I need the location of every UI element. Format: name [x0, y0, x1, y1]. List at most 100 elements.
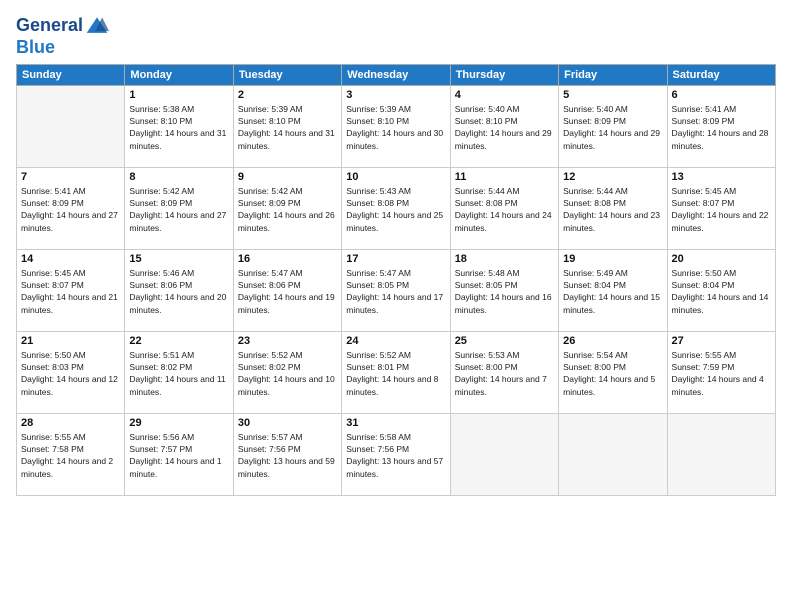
day-number: 22	[129, 335, 228, 347]
day-info: Sunrise: 5:42 AM Sunset: 8:09 PM Dayligh…	[238, 185, 337, 234]
calendar-cell: 3 Sunrise: 5:39 AM Sunset: 8:10 PM Dayli…	[342, 85, 450, 167]
day-info: Sunrise: 5:40 AM Sunset: 8:09 PM Dayligh…	[563, 103, 662, 152]
day-info: Sunrise: 5:44 AM Sunset: 8:08 PM Dayligh…	[563, 185, 662, 234]
day-info: Sunrise: 5:54 AM Sunset: 8:00 PM Dayligh…	[563, 349, 662, 398]
calendar-cell: 30 Sunrise: 5:57 AM Sunset: 7:56 PM Dayl…	[233, 413, 341, 495]
calendar-cell: 11 Sunrise: 5:44 AM Sunset: 8:08 PM Dayl…	[450, 167, 558, 249]
day-number: 21	[21, 335, 120, 347]
calendar-cell: 7 Sunrise: 5:41 AM Sunset: 8:09 PM Dayli…	[17, 167, 125, 249]
weekday-header-saturday: Saturday	[667, 64, 775, 85]
day-info: Sunrise: 5:39 AM Sunset: 8:10 PM Dayligh…	[238, 103, 337, 152]
calendar-cell: 26 Sunrise: 5:54 AM Sunset: 8:00 PM Dayl…	[559, 331, 667, 413]
day-info: Sunrise: 5:49 AM Sunset: 8:04 PM Dayligh…	[563, 267, 662, 316]
calendar-cell: 1 Sunrise: 5:38 AM Sunset: 8:10 PM Dayli…	[125, 85, 233, 167]
day-number: 1	[129, 89, 228, 101]
day-number: 23	[238, 335, 337, 347]
day-info: Sunrise: 5:52 AM Sunset: 8:01 PM Dayligh…	[346, 349, 445, 398]
day-number: 2	[238, 89, 337, 101]
calendar-cell: 16 Sunrise: 5:47 AM Sunset: 8:06 PM Dayl…	[233, 249, 341, 331]
day-info: Sunrise: 5:41 AM Sunset: 8:09 PM Dayligh…	[21, 185, 120, 234]
calendar-cell: 12 Sunrise: 5:44 AM Sunset: 8:08 PM Dayl…	[559, 167, 667, 249]
day-number: 30	[238, 417, 337, 429]
calendar-body: 1 Sunrise: 5:38 AM Sunset: 8:10 PM Dayli…	[17, 85, 776, 495]
calendar-cell	[667, 413, 775, 495]
header: General Blue	[16, 10, 776, 58]
day-number: 14	[21, 253, 120, 265]
day-number: 8	[129, 171, 228, 183]
logo-text: General	[16, 16, 83, 36]
calendar-page: General Blue SundayMondayTuesdayWednesda…	[0, 0, 792, 612]
day-number: 6	[672, 89, 771, 101]
logo-icon	[85, 14, 109, 38]
day-number: 27	[672, 335, 771, 347]
calendar-week-2: 7 Sunrise: 5:41 AM Sunset: 8:09 PM Dayli…	[17, 167, 776, 249]
logo: General Blue	[16, 14, 109, 58]
day-info: Sunrise: 5:53 AM Sunset: 8:00 PM Dayligh…	[455, 349, 554, 398]
day-number: 19	[563, 253, 662, 265]
day-info: Sunrise: 5:43 AM Sunset: 8:08 PM Dayligh…	[346, 185, 445, 234]
day-number: 29	[129, 417, 228, 429]
day-number: 3	[346, 89, 445, 101]
calendar-cell: 4 Sunrise: 5:40 AM Sunset: 8:10 PM Dayli…	[450, 85, 558, 167]
day-info: Sunrise: 5:38 AM Sunset: 8:10 PM Dayligh…	[129, 103, 228, 152]
logo-blue-text: Blue	[16, 38, 109, 58]
calendar-cell: 31 Sunrise: 5:58 AM Sunset: 7:56 PM Dayl…	[342, 413, 450, 495]
calendar-cell: 20 Sunrise: 5:50 AM Sunset: 8:04 PM Dayl…	[667, 249, 775, 331]
calendar-cell: 5 Sunrise: 5:40 AM Sunset: 8:09 PM Dayli…	[559, 85, 667, 167]
day-number: 10	[346, 171, 445, 183]
day-number: 15	[129, 253, 228, 265]
day-number: 13	[672, 171, 771, 183]
weekday-header-tuesday: Tuesday	[233, 64, 341, 85]
day-info: Sunrise: 5:45 AM Sunset: 8:07 PM Dayligh…	[21, 267, 120, 316]
calendar-cell	[17, 85, 125, 167]
calendar-cell: 9 Sunrise: 5:42 AM Sunset: 8:09 PM Dayli…	[233, 167, 341, 249]
calendar-cell: 27 Sunrise: 5:55 AM Sunset: 7:59 PM Dayl…	[667, 331, 775, 413]
day-number: 16	[238, 253, 337, 265]
calendar-cell: 10 Sunrise: 5:43 AM Sunset: 8:08 PM Dayl…	[342, 167, 450, 249]
day-number: 9	[238, 171, 337, 183]
weekday-header-monday: Monday	[125, 64, 233, 85]
calendar-cell: 15 Sunrise: 5:46 AM Sunset: 8:06 PM Dayl…	[125, 249, 233, 331]
weekday-header-friday: Friday	[559, 64, 667, 85]
calendar-cell: 13 Sunrise: 5:45 AM Sunset: 8:07 PM Dayl…	[667, 167, 775, 249]
day-number: 20	[672, 253, 771, 265]
calendar-cell: 28 Sunrise: 5:55 AM Sunset: 7:58 PM Dayl…	[17, 413, 125, 495]
calendar-cell: 17 Sunrise: 5:47 AM Sunset: 8:05 PM Dayl…	[342, 249, 450, 331]
day-info: Sunrise: 5:56 AM Sunset: 7:57 PM Dayligh…	[129, 431, 228, 480]
calendar-week-1: 1 Sunrise: 5:38 AM Sunset: 8:10 PM Dayli…	[17, 85, 776, 167]
day-info: Sunrise: 5:58 AM Sunset: 7:56 PM Dayligh…	[346, 431, 445, 480]
day-number: 18	[455, 253, 554, 265]
day-number: 7	[21, 171, 120, 183]
calendar-week-5: 28 Sunrise: 5:55 AM Sunset: 7:58 PM Dayl…	[17, 413, 776, 495]
day-info: Sunrise: 5:55 AM Sunset: 7:58 PM Dayligh…	[21, 431, 120, 480]
day-number: 11	[455, 171, 554, 183]
day-info: Sunrise: 5:50 AM Sunset: 8:03 PM Dayligh…	[21, 349, 120, 398]
day-number: 5	[563, 89, 662, 101]
calendar-cell: 14 Sunrise: 5:45 AM Sunset: 8:07 PM Dayl…	[17, 249, 125, 331]
calendar-cell: 19 Sunrise: 5:49 AM Sunset: 8:04 PM Dayl…	[559, 249, 667, 331]
day-info: Sunrise: 5:50 AM Sunset: 8:04 PM Dayligh…	[672, 267, 771, 316]
calendar-table: SundayMondayTuesdayWednesdayThursdayFrid…	[16, 64, 776, 496]
weekday-header-row: SundayMondayTuesdayWednesdayThursdayFrid…	[17, 64, 776, 85]
calendar-cell: 21 Sunrise: 5:50 AM Sunset: 8:03 PM Dayl…	[17, 331, 125, 413]
day-info: Sunrise: 5:39 AM Sunset: 8:10 PM Dayligh…	[346, 103, 445, 152]
day-info: Sunrise: 5:47 AM Sunset: 8:06 PM Dayligh…	[238, 267, 337, 316]
day-info: Sunrise: 5:41 AM Sunset: 8:09 PM Dayligh…	[672, 103, 771, 152]
day-info: Sunrise: 5:44 AM Sunset: 8:08 PM Dayligh…	[455, 185, 554, 234]
day-info: Sunrise: 5:46 AM Sunset: 8:06 PM Dayligh…	[129, 267, 228, 316]
day-number: 26	[563, 335, 662, 347]
day-number: 4	[455, 89, 554, 101]
day-number: 25	[455, 335, 554, 347]
calendar-cell: 29 Sunrise: 5:56 AM Sunset: 7:57 PM Dayl…	[125, 413, 233, 495]
day-info: Sunrise: 5:48 AM Sunset: 8:05 PM Dayligh…	[455, 267, 554, 316]
calendar-cell: 6 Sunrise: 5:41 AM Sunset: 8:09 PM Dayli…	[667, 85, 775, 167]
day-info: Sunrise: 5:57 AM Sunset: 7:56 PM Dayligh…	[238, 431, 337, 480]
day-number: 12	[563, 171, 662, 183]
day-info: Sunrise: 5:42 AM Sunset: 8:09 PM Dayligh…	[129, 185, 228, 234]
day-info: Sunrise: 5:55 AM Sunset: 7:59 PM Dayligh…	[672, 349, 771, 398]
day-info: Sunrise: 5:52 AM Sunset: 8:02 PM Dayligh…	[238, 349, 337, 398]
calendar-cell: 25 Sunrise: 5:53 AM Sunset: 8:00 PM Dayl…	[450, 331, 558, 413]
weekday-header-thursday: Thursday	[450, 64, 558, 85]
day-number: 28	[21, 417, 120, 429]
calendar-week-4: 21 Sunrise: 5:50 AM Sunset: 8:03 PM Dayl…	[17, 331, 776, 413]
